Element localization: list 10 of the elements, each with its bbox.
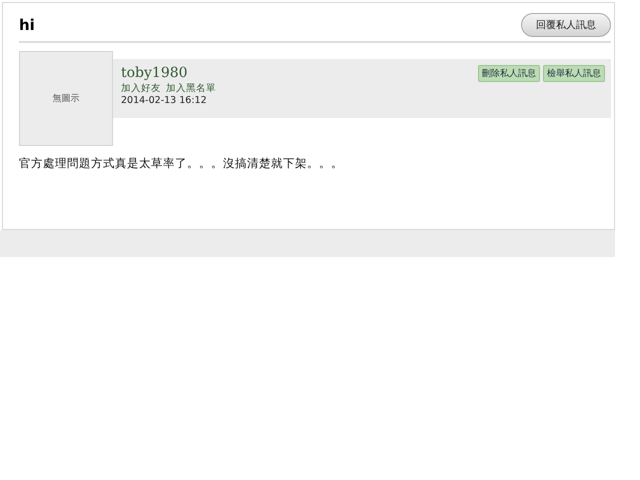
sender-link[interactable]: 加入黑名單 [166, 82, 216, 95]
message-title: hi [19, 16, 35, 34]
no-image-label: 無圖示 [52, 92, 80, 105]
message-date: 2014-02-13 16:12 [121, 95, 208, 106]
action-button[interactable]: 刪除私人訊息 [478, 65, 540, 82]
sender-name[interactable]: toby1980 [121, 65, 216, 81]
message-body: 官方處理問題方式真是太草率了。。。沒搞清楚就下架。。。 [19, 156, 344, 171]
sender-link[interactable]: 加入好友 [121, 82, 161, 95]
reply-button[interactable]: 回覆私人訊息 [521, 13, 611, 37]
action-button[interactable]: 檢舉私人訊息 [543, 65, 605, 82]
